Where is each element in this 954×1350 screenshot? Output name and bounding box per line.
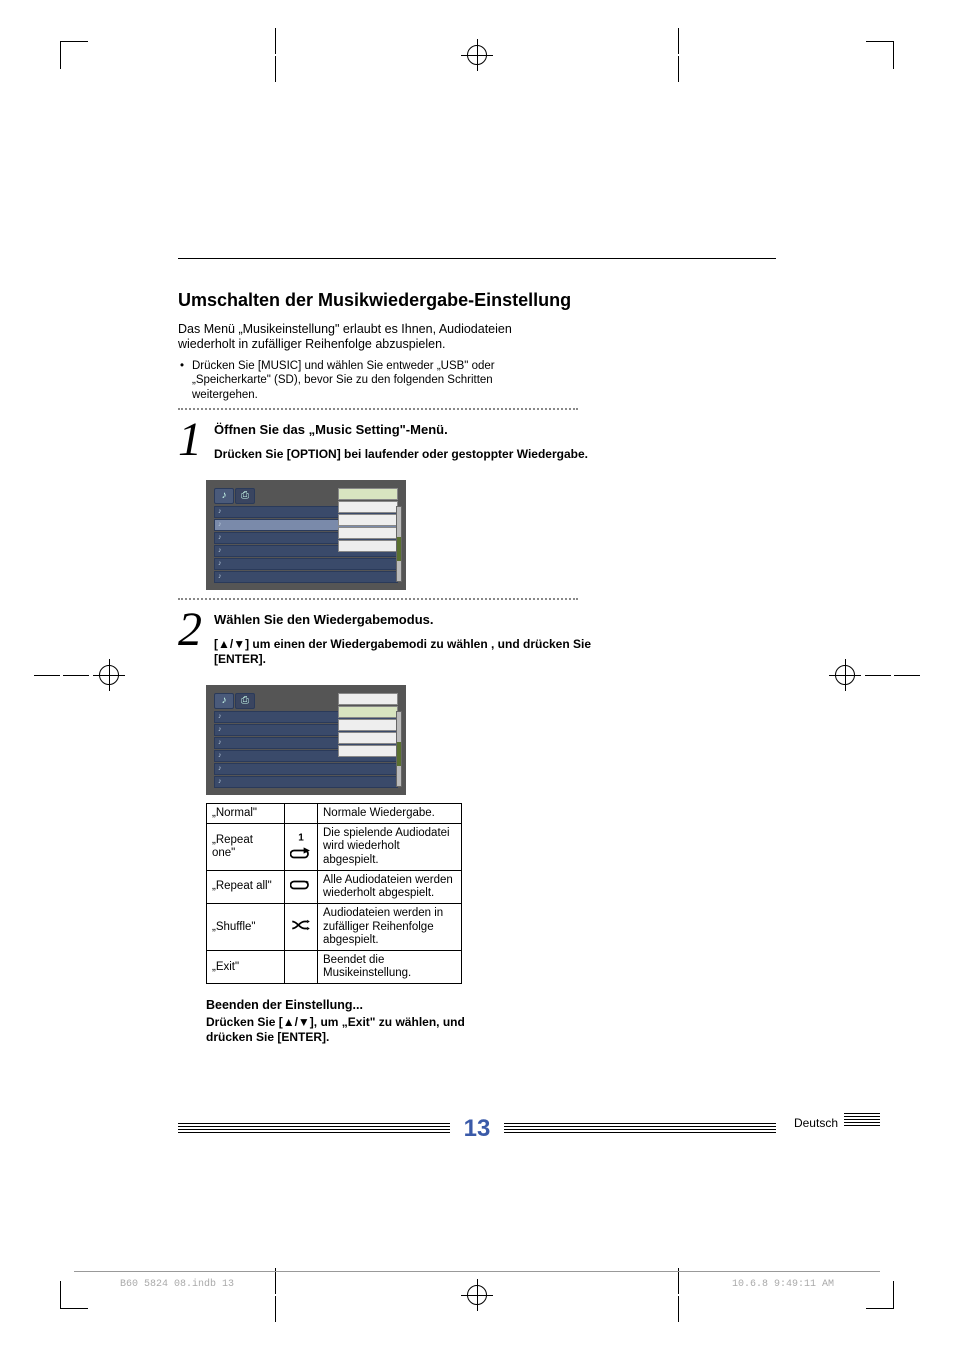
main-content: Umschalten der Musikwiedergabe-Einstellu… <box>178 290 598 1045</box>
music-tab-icon: ♪ <box>214 488 234 504</box>
usb-tab-icon: ⎙ <box>235 693 255 709</box>
dotted-separator <box>178 408 578 410</box>
finish-heading: Beenden der Einstellung... <box>206 998 506 1012</box>
corner-mark <box>866 1281 894 1309</box>
usb-tab-icon: ⎙ <box>235 488 255 504</box>
shuffle-icon <box>285 904 318 951</box>
decorative-lines <box>504 1123 776 1135</box>
table-row: „Repeat all" Alle Audiodateien werden wi… <box>207 870 462 903</box>
mode-icon-cell <box>285 950 318 983</box>
mode-label: „Repeat all" <box>207 870 285 903</box>
prerequisite-bullet: Drücken Sie [MUSIC] und wählen Sie entwe… <box>178 359 528 402</box>
mode-icon-cell <box>285 803 318 823</box>
corner-mark <box>60 41 88 69</box>
mode-label: „Repeat one" <box>207 824 285 871</box>
mode-label: „Shuffle" <box>207 904 285 951</box>
dotted-separator <box>178 598 578 600</box>
decorative-lines <box>178 1123 450 1135</box>
table-row: „Shuffle" Audiodateien werden in zufälli… <box>207 904 462 951</box>
step-number: 2 <box>178 608 206 677</box>
table-row: „Repeat one" 1 Die spielende Audiodatei … <box>207 824 462 871</box>
step-2-desc: [▲/▼] um einen der Wiedergabemodi zu wäh… <box>214 637 598 667</box>
header-rule <box>178 258 776 259</box>
table-row: „Normal" Normale Wiedergabe. <box>207 803 462 823</box>
registration-mark <box>463 1281 491 1309</box>
footer-file-info: B60 5824 08.indb 13 <box>120 1279 234 1290</box>
corner-mark <box>60 1281 88 1309</box>
language-label: Deutsch <box>794 1116 838 1130</box>
mode-label: „Exit" <box>207 950 285 983</box>
crop-marks-top <box>0 0 954 110</box>
footer-timestamp: 10.6.8 9:49:11 AM <box>732 1279 834 1290</box>
music-tab-icon: ♪ <box>214 693 234 709</box>
finish-text: Drücken Sie [▲/▼], um „Exit" zu wählen, … <box>206 1015 506 1045</box>
mode-label: „Normal" <box>207 803 285 823</box>
scrollbar <box>396 506 402 582</box>
step-1-desc: Drücken Sie [OPTION] bei laufender oder … <box>214 447 598 462</box>
footer-rule <box>74 1271 880 1272</box>
option-menu <box>338 488 398 553</box>
mode-desc: Beendet die Musikeinstellung. <box>318 950 462 983</box>
list-item: ♪ <box>214 763 398 775</box>
section-heading: Umschalten der Musikwiedergabe-Einstellu… <box>178 290 598 312</box>
side-crop-right <box>831 661 920 689</box>
ui-screenshot-2: ♪ ⎙ ♪ ♪ ♪ ♪ ♪ ♪ <box>206 685 406 795</box>
side-crop-left <box>34 661 123 689</box>
list-item: ♪ <box>214 571 398 583</box>
page-number-bar: 13 <box>178 1115 776 1143</box>
list-item: ♪ <box>214 558 398 570</box>
repeat-one-icon: 1 <box>285 824 318 871</box>
playback-modes-table: „Normal" Normale Wiedergabe. „Repeat one… <box>206 803 462 984</box>
crop-marks-bottom <box>0 1240 954 1350</box>
ui-screenshot-1: ♪ ⎙ ♪ ♪ ♪ ♪ ♪ ♪ <box>206 480 406 590</box>
repeat-all-icon <box>285 870 318 903</box>
intro-paragraph: Das Menü „Musikeinstellung" erlaubt es I… <box>178 322 558 353</box>
corner-mark <box>866 41 894 69</box>
step-1-title: Öffnen Sie das „Music Setting"-Menü. <box>214 422 598 437</box>
step-2: 2 Wählen Sie den Wiedergabemodus. [▲/▼] … <box>178 608 598 677</box>
option-menu <box>338 693 398 758</box>
mode-desc: Alle Audiodateien werden wiederholt abge… <box>318 870 462 903</box>
decorative-lines <box>844 1113 880 1127</box>
step-1: 1 Öffnen Sie das „Music Setting"-Menü. D… <box>178 418 598 472</box>
finish-block: Beenden der Einstellung... Drücken Sie [… <box>206 998 506 1045</box>
mode-desc: Audiodateien werden in zufälliger Reihen… <box>318 904 462 951</box>
list-item: ♪ <box>214 776 398 788</box>
scrollbar <box>396 711 402 787</box>
mode-desc: Normale Wiedergabe. <box>318 803 462 823</box>
table-row: „Exit" Beendet die Musikeinstellung. <box>207 950 462 983</box>
step-2-title: Wählen Sie den Wiedergabemodus. <box>214 612 598 627</box>
step-number: 1 <box>178 418 206 472</box>
registration-mark <box>463 41 491 69</box>
mode-desc: Die spielende Audiodatei wird wiederholt… <box>318 824 462 871</box>
page-number: 13 <box>460 1115 495 1143</box>
